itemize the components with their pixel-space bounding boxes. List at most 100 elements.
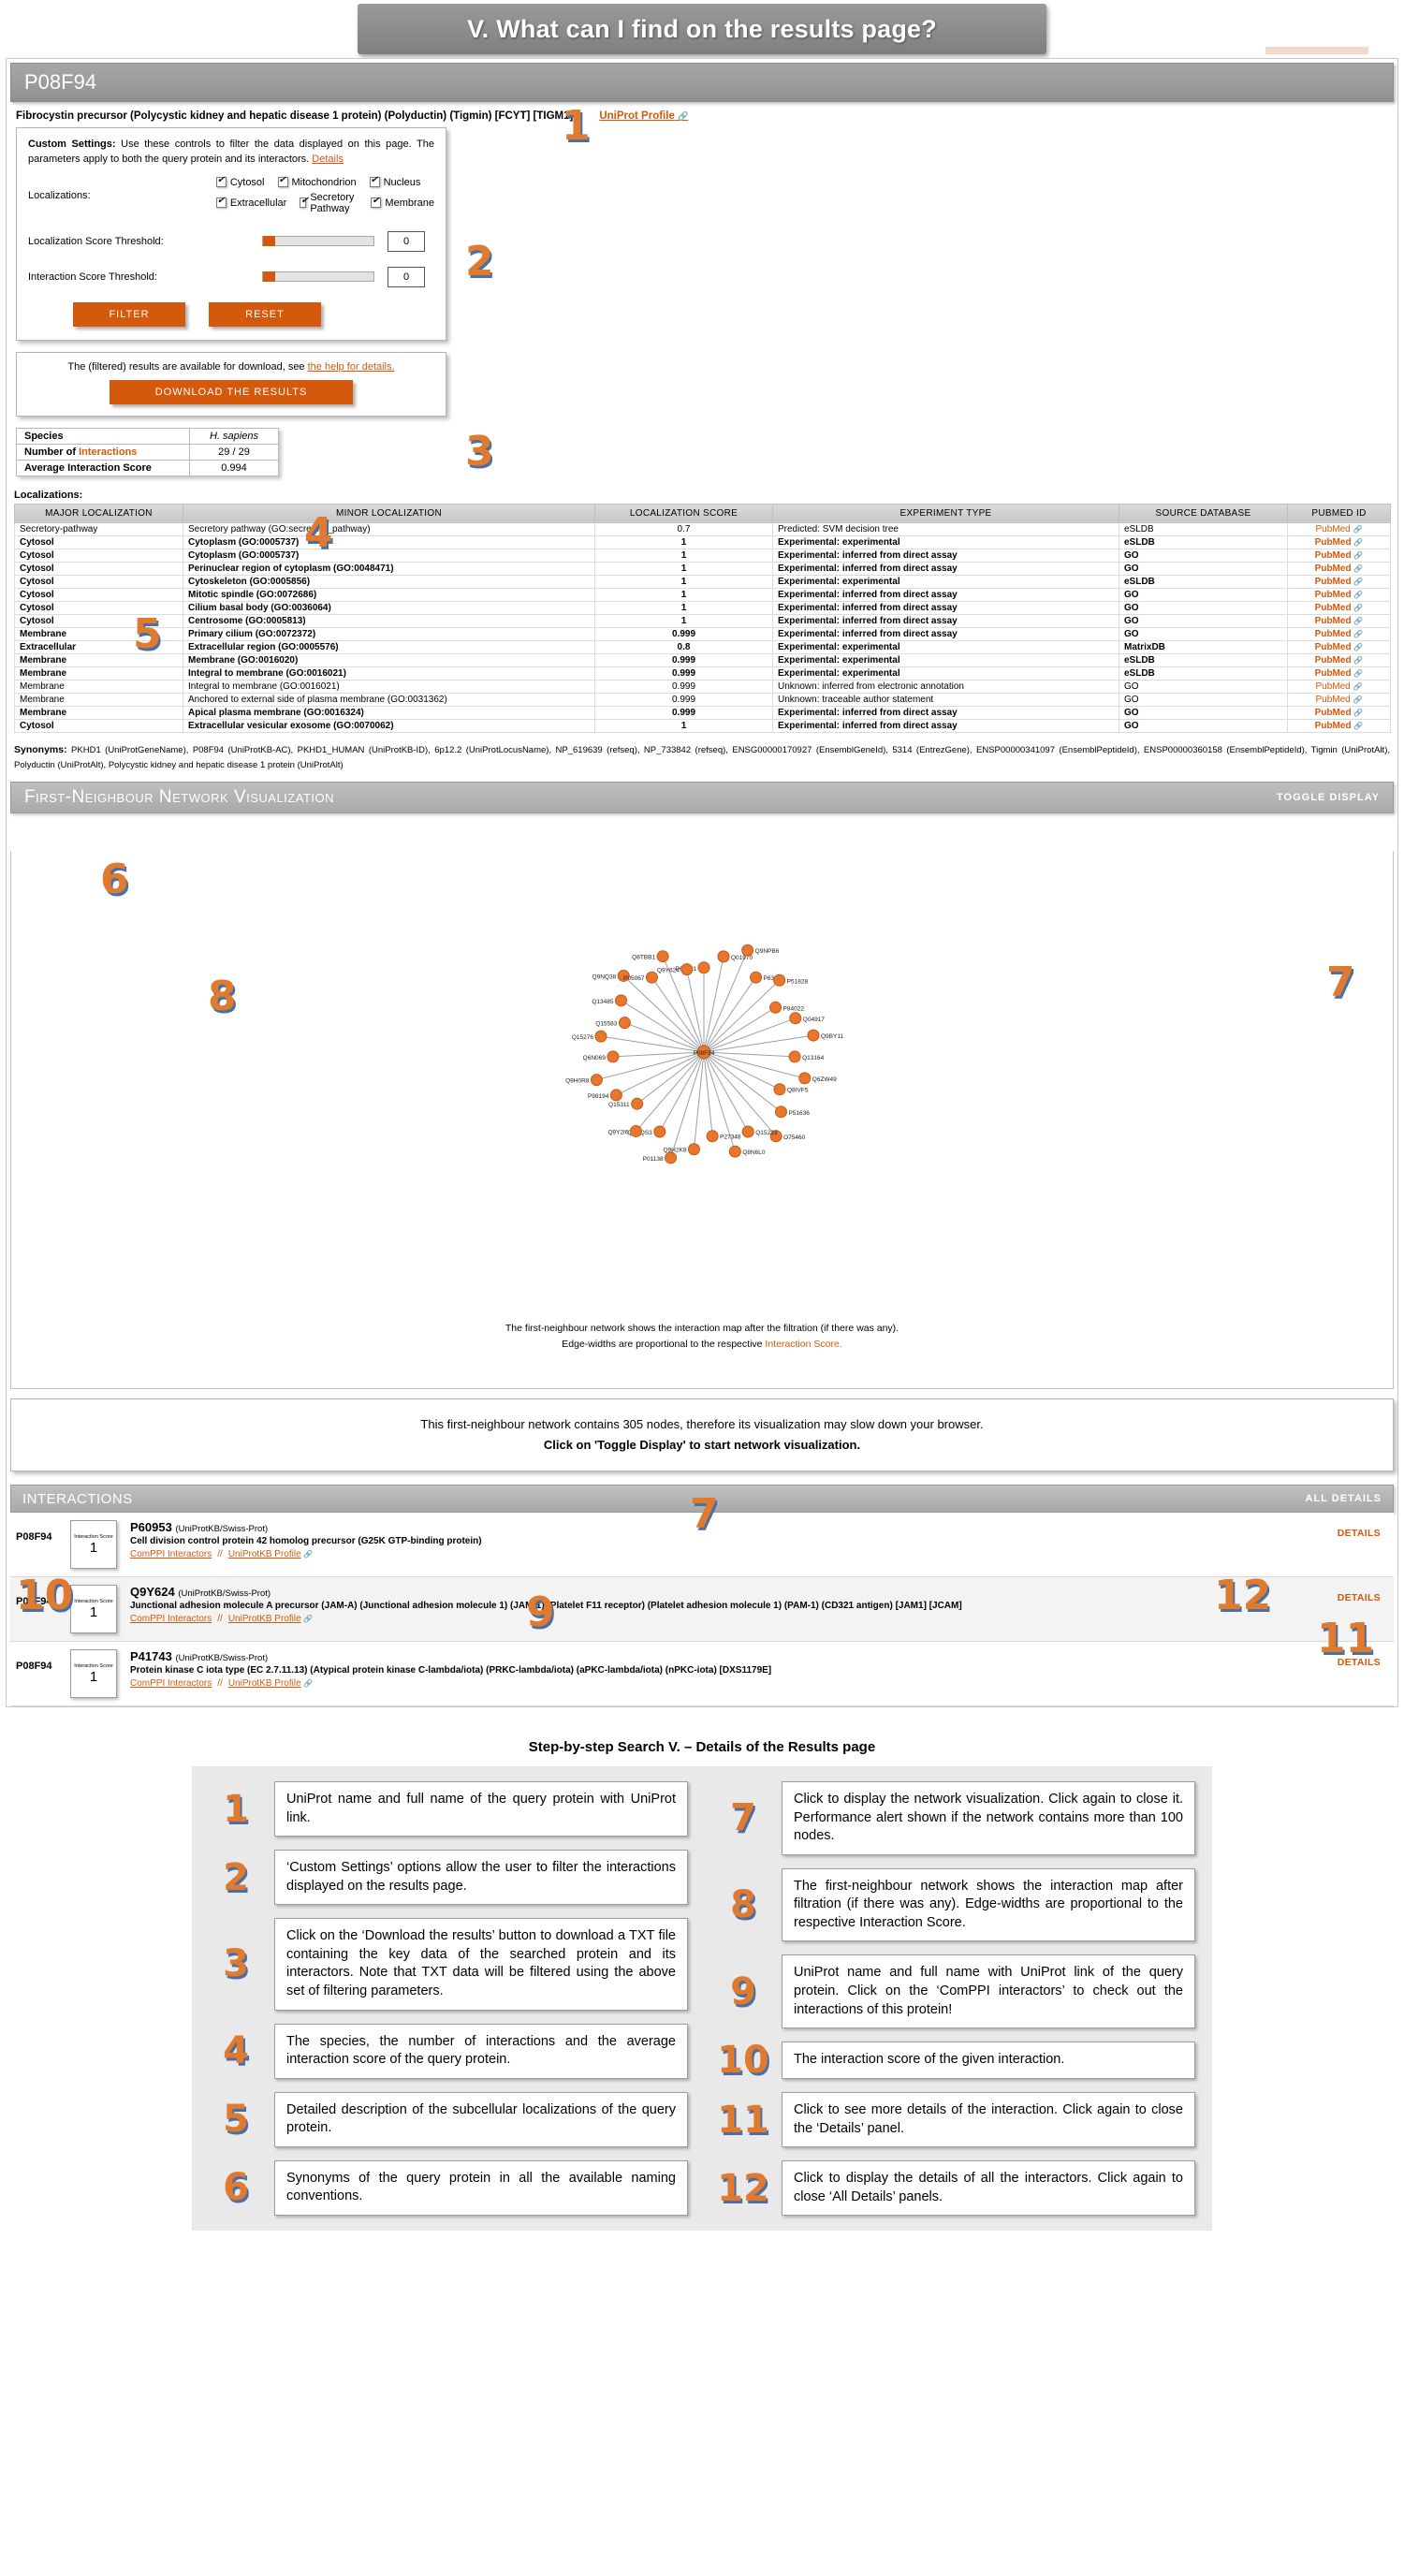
pubmed-link[interactable]: PubMed 🔗 <box>1287 666 1391 681</box>
network-node[interactable] <box>687 1143 700 1156</box>
checkbox-icon[interactable] <box>369 175 380 188</box>
checkbox-icon[interactable] <box>300 196 309 209</box>
pubmed-link[interactable]: PubMed 🔗 <box>1287 652 1391 667</box>
interaction-score-box: Interaction Score 1 <box>70 1649 117 1699</box>
network-node[interactable] <box>656 950 669 963</box>
network-node[interactable] <box>665 1151 678 1164</box>
pubmed-link[interactable]: PubMed 🔗 <box>1287 705 1391 720</box>
pubmed-link[interactable]: PubMed 🔗 <box>1287 587 1391 602</box>
uniprotkb-profile-link[interactable]: UniProtKB Profile <box>228 1614 301 1624</box>
pubmed-link[interactable]: PubMed 🔗 <box>1287 639 1391 654</box>
uniprotkb-profile-link[interactable]: UniProtKB Profile <box>228 1678 301 1689</box>
download-help-link[interactable]: the help for details. <box>308 361 395 373</box>
pubmed-link[interactable]: PubMed 🔗 <box>1287 521 1391 536</box>
pubmed-link[interactable]: PubMed 🔗 <box>1287 692 1391 707</box>
checkbox-icon[interactable] <box>277 175 288 188</box>
pubmed-link[interactable]: PubMed 🔗 <box>1287 561 1391 576</box>
network-node[interactable] <box>789 1012 802 1025</box>
pubmed-link[interactable]: PubMed 🔗 <box>1287 626 1391 641</box>
interactor-description: Junctional adhesion molecule A precursor… <box>130 1601 962 1612</box>
network-visualization-area[interactable]: P61981Q01970Q9NPB6P63167P51828P84022Q049… <box>10 850 1397 1389</box>
network-node[interactable] <box>750 971 763 984</box>
interaction-score-value[interactable]: 0 <box>388 266 425 287</box>
network-node[interactable] <box>607 1050 620 1063</box>
interaction-row: P08F94 Interaction Score 1 P41743 (UniProtK… <box>10 1642 1394 1707</box>
network-graph[interactable]: P61981Q01970Q9NPB6P63167P51828P84022Q049… <box>11 851 1397 1253</box>
network-node[interactable] <box>631 1097 644 1110</box>
details-button[interactable]: DETAILS <box>1338 1592 1381 1603</box>
localization-score-slider[interactable] <box>262 236 374 247</box>
checkbox-extracellular[interactable]: Extracellular <box>215 192 286 214</box>
network-node[interactable] <box>645 971 658 984</box>
network-node[interactable] <box>741 1125 754 1138</box>
cell-minor: Integral to membrane (GO:0016021) <box>183 679 595 694</box>
legend-number: 11 <box>717 2098 769 2142</box>
network-node[interactable] <box>590 1074 603 1087</box>
comppi-interactors-link[interactable]: ComPPI Interactors <box>130 1549 212 1559</box>
reset-button[interactable]: RESET <box>209 301 321 327</box>
checkbox-nucleus[interactable]: Nucleus <box>369 175 420 188</box>
filter-button[interactable]: FILTER <box>73 301 185 327</box>
interaction-score-link[interactable]: Interaction Score. <box>765 1339 841 1350</box>
settings-details-link[interactable]: Details <box>312 154 344 165</box>
localization-score-value[interactable]: 0 <box>388 230 425 252</box>
pubmed-link[interactable]: PubMed 🔗 <box>1287 679 1391 694</box>
network-node[interactable] <box>769 1001 782 1014</box>
slider-handle[interactable] <box>263 271 275 283</box>
interaction-score-slider[interactable] <box>262 271 374 283</box>
pubmed-link[interactable]: PubMed 🔗 <box>1287 600 1391 615</box>
cell-minor: Anchored to external side of plasma memb… <box>183 692 595 707</box>
network-node[interactable] <box>706 1130 719 1143</box>
all-details-button[interactable]: ALL DETAILS <box>1306 1493 1382 1504</box>
checkbox-icon[interactable] <box>215 175 227 188</box>
network-performance-alert: This first-neighbour network contains 30… <box>10 1398 1394 1472</box>
callout-4: 4 <box>304 509 333 557</box>
network-node-label: P51828 <box>787 978 809 985</box>
network-node[interactable] <box>741 944 754 957</box>
network-node[interactable] <box>728 1145 741 1158</box>
checkbox-mitochondrion[interactable]: Mitochondrion <box>277 175 357 188</box>
external-link-icon: 🔗 <box>1353 655 1364 665</box>
cell-minor: Primary cilium (GO:0072372) <box>183 626 595 641</box>
cell-score: 1 <box>594 574 773 589</box>
network-node[interactable] <box>807 1029 820 1042</box>
checkbox-cytosol[interactable]: Cytosol <box>215 175 265 188</box>
checkbox-icon[interactable] <box>215 196 227 209</box>
uniprotkb-profile-link[interactable]: UniProtKB Profile <box>228 1549 301 1559</box>
pubmed-link[interactable]: PubMed 🔗 <box>1287 613 1391 628</box>
network-node[interactable] <box>594 1030 607 1043</box>
cell-source: GO <box>1119 587 1288 602</box>
uniprot-profile-link[interactable]: UniProt Profile 🔗 <box>599 110 688 122</box>
network-node[interactable] <box>629 1124 642 1137</box>
pubmed-link[interactable]: PubMed 🔗 <box>1287 718 1391 733</box>
network-node[interactable] <box>680 963 694 976</box>
table-row: Membrane Integral to membrane (GO:0016021… <box>14 679 1391 694</box>
network-node[interactable] <box>774 1105 787 1119</box>
checkbox-icon[interactable] <box>371 196 382 209</box>
callout-9: 9 <box>526 1588 555 1636</box>
network-node[interactable] <box>653 1125 666 1138</box>
download-results-button[interactable]: DOWNLOAD THE RESULTS <box>110 379 353 404</box>
network-node[interactable] <box>773 973 786 987</box>
slider-handle[interactable] <box>263 236 275 247</box>
pubmed-link[interactable]: PubMed 🔗 <box>1287 534 1391 549</box>
network-node[interactable] <box>609 1089 622 1102</box>
network-node[interactable] <box>773 1083 786 1096</box>
comppi-interactors-link[interactable]: ComPPI Interactors <box>130 1678 212 1689</box>
details-button[interactable]: DETAILS <box>1338 1528 1381 1539</box>
checkbox-secretory-pathway[interactable]: Secretory Pathway <box>300 192 358 214</box>
toggle-display-button[interactable]: TOGGLE DISPLAY <box>1277 792 1380 803</box>
cell-score: 0.999 <box>594 705 773 720</box>
network-node[interactable] <box>615 994 628 1007</box>
network-node[interactable] <box>717 950 730 963</box>
comppi-interactors-link[interactable]: ComPPI Interactors <box>130 1614 212 1624</box>
checkbox-membrane[interactable]: Membrane <box>371 192 434 214</box>
network-node[interactable] <box>798 1072 812 1085</box>
pubmed-link[interactable]: PubMed 🔗 <box>1287 548 1391 563</box>
cell-major: Cytosol <box>14 574 183 589</box>
network-node[interactable] <box>788 1050 801 1063</box>
species-label: Species <box>16 427 190 445</box>
network-node[interactable] <box>618 1017 631 1030</box>
network-node[interactable] <box>697 961 710 974</box>
pubmed-link[interactable]: PubMed 🔗 <box>1287 574 1391 589</box>
